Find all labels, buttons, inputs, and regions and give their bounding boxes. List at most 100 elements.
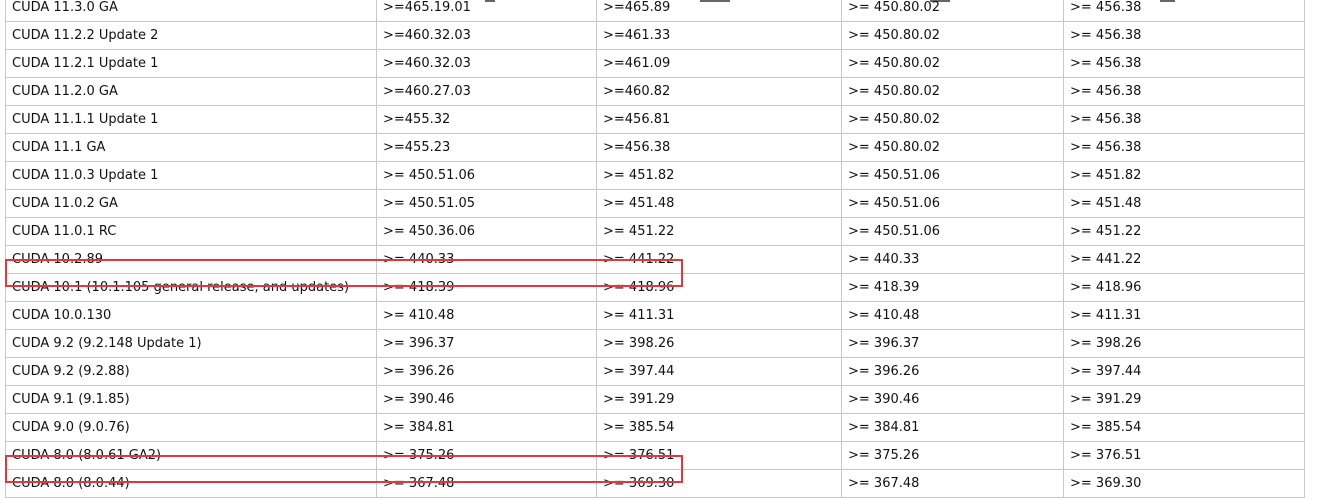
windows-compat-driver-cell: >= 411.31 <box>1063 301 1305 330</box>
linux-compat-driver-cell: >= 384.81 <box>841 413 1064 442</box>
windows-compat-driver-cell: >= 451.48 <box>1063 189 1305 218</box>
cuda-version-cell: CUDA 11.2.0 GA <box>5 77 377 106</box>
windows-compat-driver-cell: >= 441.22 <box>1063 245 1305 274</box>
linux-compat-driver-cell: >= 390.46 <box>841 385 1064 414</box>
table-row: CUDA 10.2.89 >= 440.33 >= 441.22 >= 440.33 >… <box>5 245 1305 274</box>
windows-driver-min-cell: >= 369.30 <box>596 469 842 498</box>
cuda-version-cell: CUDA 11.2.1 Update 1 <box>5 49 377 78</box>
linux-compat-driver-cell: >= 450.80.02 <box>841 0 1064 22</box>
cuda-version-cell: CUDA 11.0.3 Update 1 <box>5 161 377 190</box>
table-row: CUDA 11.0.2 GA >= 450.51.05 >= 451.48 >= 45… <box>5 189 1305 218</box>
table-row: CUDA 8.0 (8.0.61 GA2) >= 375.26 >= 376.51 >… <box>5 441 1305 470</box>
windows-driver-min-cell: >= 385.54 <box>596 413 842 442</box>
windows-compat-driver-cell: >= 456.38 <box>1063 133 1305 162</box>
windows-driver-min-cell: >= 451.82 <box>596 161 842 190</box>
linux-driver-min-cell: >= 367.48 <box>376 469 597 498</box>
cuda-version-cell: CUDA 11.2.2 Update 2 <box>5 21 377 50</box>
cuda-version-cell: CUDA 10.2.89 <box>5 245 377 274</box>
table-row: CUDA 11.0.1 RC >= 450.36.06 >= 451.22 >= 45… <box>5 217 1305 246</box>
windows-driver-min-cell: >= 418.96 <box>596 273 842 302</box>
table-body: CUDA 11.3.0 GA >=465.19.01 >=465.89 >= 450.… <box>5 0 1305 498</box>
linux-compat-driver-cell: >= 418.39 <box>841 273 1064 302</box>
linux-compat-driver-cell: >= 450.51.06 <box>841 161 1064 190</box>
table-row: CUDA 9.2 (9.2.88) >= 396.26 >= 397.44 >= 39… <box>5 357 1305 386</box>
table-row: CUDA 11.3.0 GA >=465.19.01 >=465.89 >= 450.… <box>5 0 1305 22</box>
windows-driver-min-cell: >= 397.44 <box>596 357 842 386</box>
windows-compat-driver-cell: >= 385.54 <box>1063 413 1305 442</box>
windows-compat-driver-cell: >= 376.51 <box>1063 441 1305 470</box>
linux-compat-driver-cell: >= 450.51.06 <box>841 217 1064 246</box>
linux-compat-driver-cell: >= 367.48 <box>841 469 1064 498</box>
windows-driver-min-cell: >=465.89 <box>596 0 842 22</box>
table-row: CUDA 9.0 (9.0.76) >= 384.81 >= 385.54 >= 38… <box>5 413 1305 442</box>
windows-driver-min-cell: >=460.82 <box>596 77 842 106</box>
linux-compat-driver-cell: >= 440.33 <box>841 245 1064 274</box>
linux-driver-min-cell: >= 396.37 <box>376 329 597 358</box>
cuda-version-cell: CUDA 9.2 (9.2.148 Update 1) <box>5 329 377 358</box>
linux-compat-driver-cell: >= 450.51.06 <box>841 189 1064 218</box>
cuda-version-cell: CUDA 10.0.130 <box>5 301 377 330</box>
linux-driver-min-cell: >=460.27.03 <box>376 77 597 106</box>
linux-driver-min-cell: >= 410.48 <box>376 301 597 330</box>
windows-driver-min-cell: >= 411.31 <box>596 301 842 330</box>
linux-driver-min-cell: >=455.32 <box>376 105 597 134</box>
linux-driver-min-cell: >=465.19.01 <box>376 0 597 22</box>
linux-driver-min-cell: >= 450.51.05 <box>376 189 597 218</box>
cuda-version-cell: CUDA 11.0.1 RC <box>5 217 377 246</box>
page: CUDA 11.3.0 GA >=465.19.01 >=465.89 >= 450.… <box>0 0 1320 500</box>
windows-compat-driver-cell: >= 391.29 <box>1063 385 1305 414</box>
windows-compat-driver-cell: >= 451.22 <box>1063 217 1305 246</box>
cuda-version-cell: CUDA 11.0.2 GA <box>5 189 377 218</box>
windows-compat-driver-cell: >= 456.38 <box>1063 49 1305 78</box>
linux-compat-driver-cell: >= 396.37 <box>841 329 1064 358</box>
linux-driver-min-cell: >=460.32.03 <box>376 49 597 78</box>
table-row: CUDA 11.2.1 Update 1 >=460.32.03 >=461.09 >… <box>5 49 1305 78</box>
cuda-version-cell: CUDA 9.1 (9.1.85) <box>5 385 377 414</box>
linux-driver-min-cell: >= 390.46 <box>376 385 597 414</box>
windows-compat-driver-cell: >= 369.30 <box>1063 469 1305 498</box>
linux-driver-min-cell: >= 396.26 <box>376 357 597 386</box>
table-row: CUDA 9.2 (9.2.148 Update 1) >= 396.37 >= 3… <box>5 329 1305 358</box>
linux-compat-driver-cell: >= 450.80.02 <box>841 105 1064 134</box>
cuda-version-cell: CUDA 9.0 (9.0.76) <box>5 413 377 442</box>
linux-compat-driver-cell: >= 375.26 <box>841 441 1064 470</box>
linux-compat-driver-cell: >= 450.80.02 <box>841 49 1064 78</box>
table-row: CUDA 11.1 GA >=455.23 >=456.38 >= 450.80.02… <box>5 133 1305 162</box>
linux-compat-driver-cell: >= 450.80.02 <box>841 133 1064 162</box>
table-row: CUDA 11.1.1 Update 1 >=455.32 >=456.81 >= 4… <box>5 105 1305 134</box>
table-row: CUDA 8.0 (8.0.44) >= 367.48 >= 369.30 >= 36… <box>5 469 1305 498</box>
table-row: CUDA 10.0.130 >= 410.48 >= 411.31 >= 410.48… <box>5 301 1305 330</box>
table-row: CUDA 9.1 (9.1.85) >= 390.46 >= 391.29 >= 39… <box>5 385 1305 414</box>
windows-driver-min-cell: >= 441.22 <box>596 245 842 274</box>
linux-driver-min-cell: >=455.23 <box>376 133 597 162</box>
windows-compat-driver-cell: >= 398.26 <box>1063 329 1305 358</box>
linux-compat-driver-cell: >= 450.80.02 <box>841 21 1064 50</box>
linux-driver-min-cell: >= 450.51.06 <box>376 161 597 190</box>
windows-compat-driver-cell: >= 456.38 <box>1063 0 1305 22</box>
windows-compat-driver-cell: >= 456.38 <box>1063 21 1305 50</box>
windows-driver-min-cell: >= 376.51 <box>596 441 842 470</box>
windows-driver-min-cell: >=461.33 <box>596 21 842 50</box>
linux-compat-driver-cell: >= 450.80.02 <box>841 77 1064 106</box>
windows-driver-min-cell: >=456.38 <box>596 133 842 162</box>
linux-driver-min-cell: >= 384.81 <box>376 413 597 442</box>
windows-compat-driver-cell: >= 451.82 <box>1063 161 1305 190</box>
windows-driver-min-cell: >= 398.26 <box>596 329 842 358</box>
windows-driver-min-cell: >=456.81 <box>596 105 842 134</box>
cuda-version-cell: CUDA 9.2 (9.2.88) <box>5 357 377 386</box>
linux-driver-min-cell: >=460.32.03 <box>376 21 597 50</box>
linux-driver-min-cell: >= 375.26 <box>376 441 597 470</box>
windows-driver-min-cell: >= 451.22 <box>596 217 842 246</box>
cuda-version-cell: CUDA 11.1.1 Update 1 <box>5 105 377 134</box>
linux-compat-driver-cell: >= 396.26 <box>841 357 1064 386</box>
windows-driver-min-cell: >= 451.48 <box>596 189 842 218</box>
cuda-version-cell: CUDA 8.0 (8.0.44) <box>5 469 377 498</box>
linux-compat-driver-cell: >= 410.48 <box>841 301 1064 330</box>
windows-compat-driver-cell: >= 418.96 <box>1063 273 1305 302</box>
cuda-version-cell: CUDA 11.1 GA <box>5 133 377 162</box>
table-row: CUDA 11.2.2 Update 2 >=460.32.03 >=461.33 >… <box>5 21 1305 50</box>
windows-compat-driver-cell: >= 456.38 <box>1063 105 1305 134</box>
table-row: CUDA 11.2.0 GA >=460.27.03 >=460.82 >= 450.… <box>5 77 1305 106</box>
windows-compat-driver-cell: >= 397.44 <box>1063 357 1305 386</box>
linux-driver-min-cell: >= 418.39 <box>376 273 597 302</box>
